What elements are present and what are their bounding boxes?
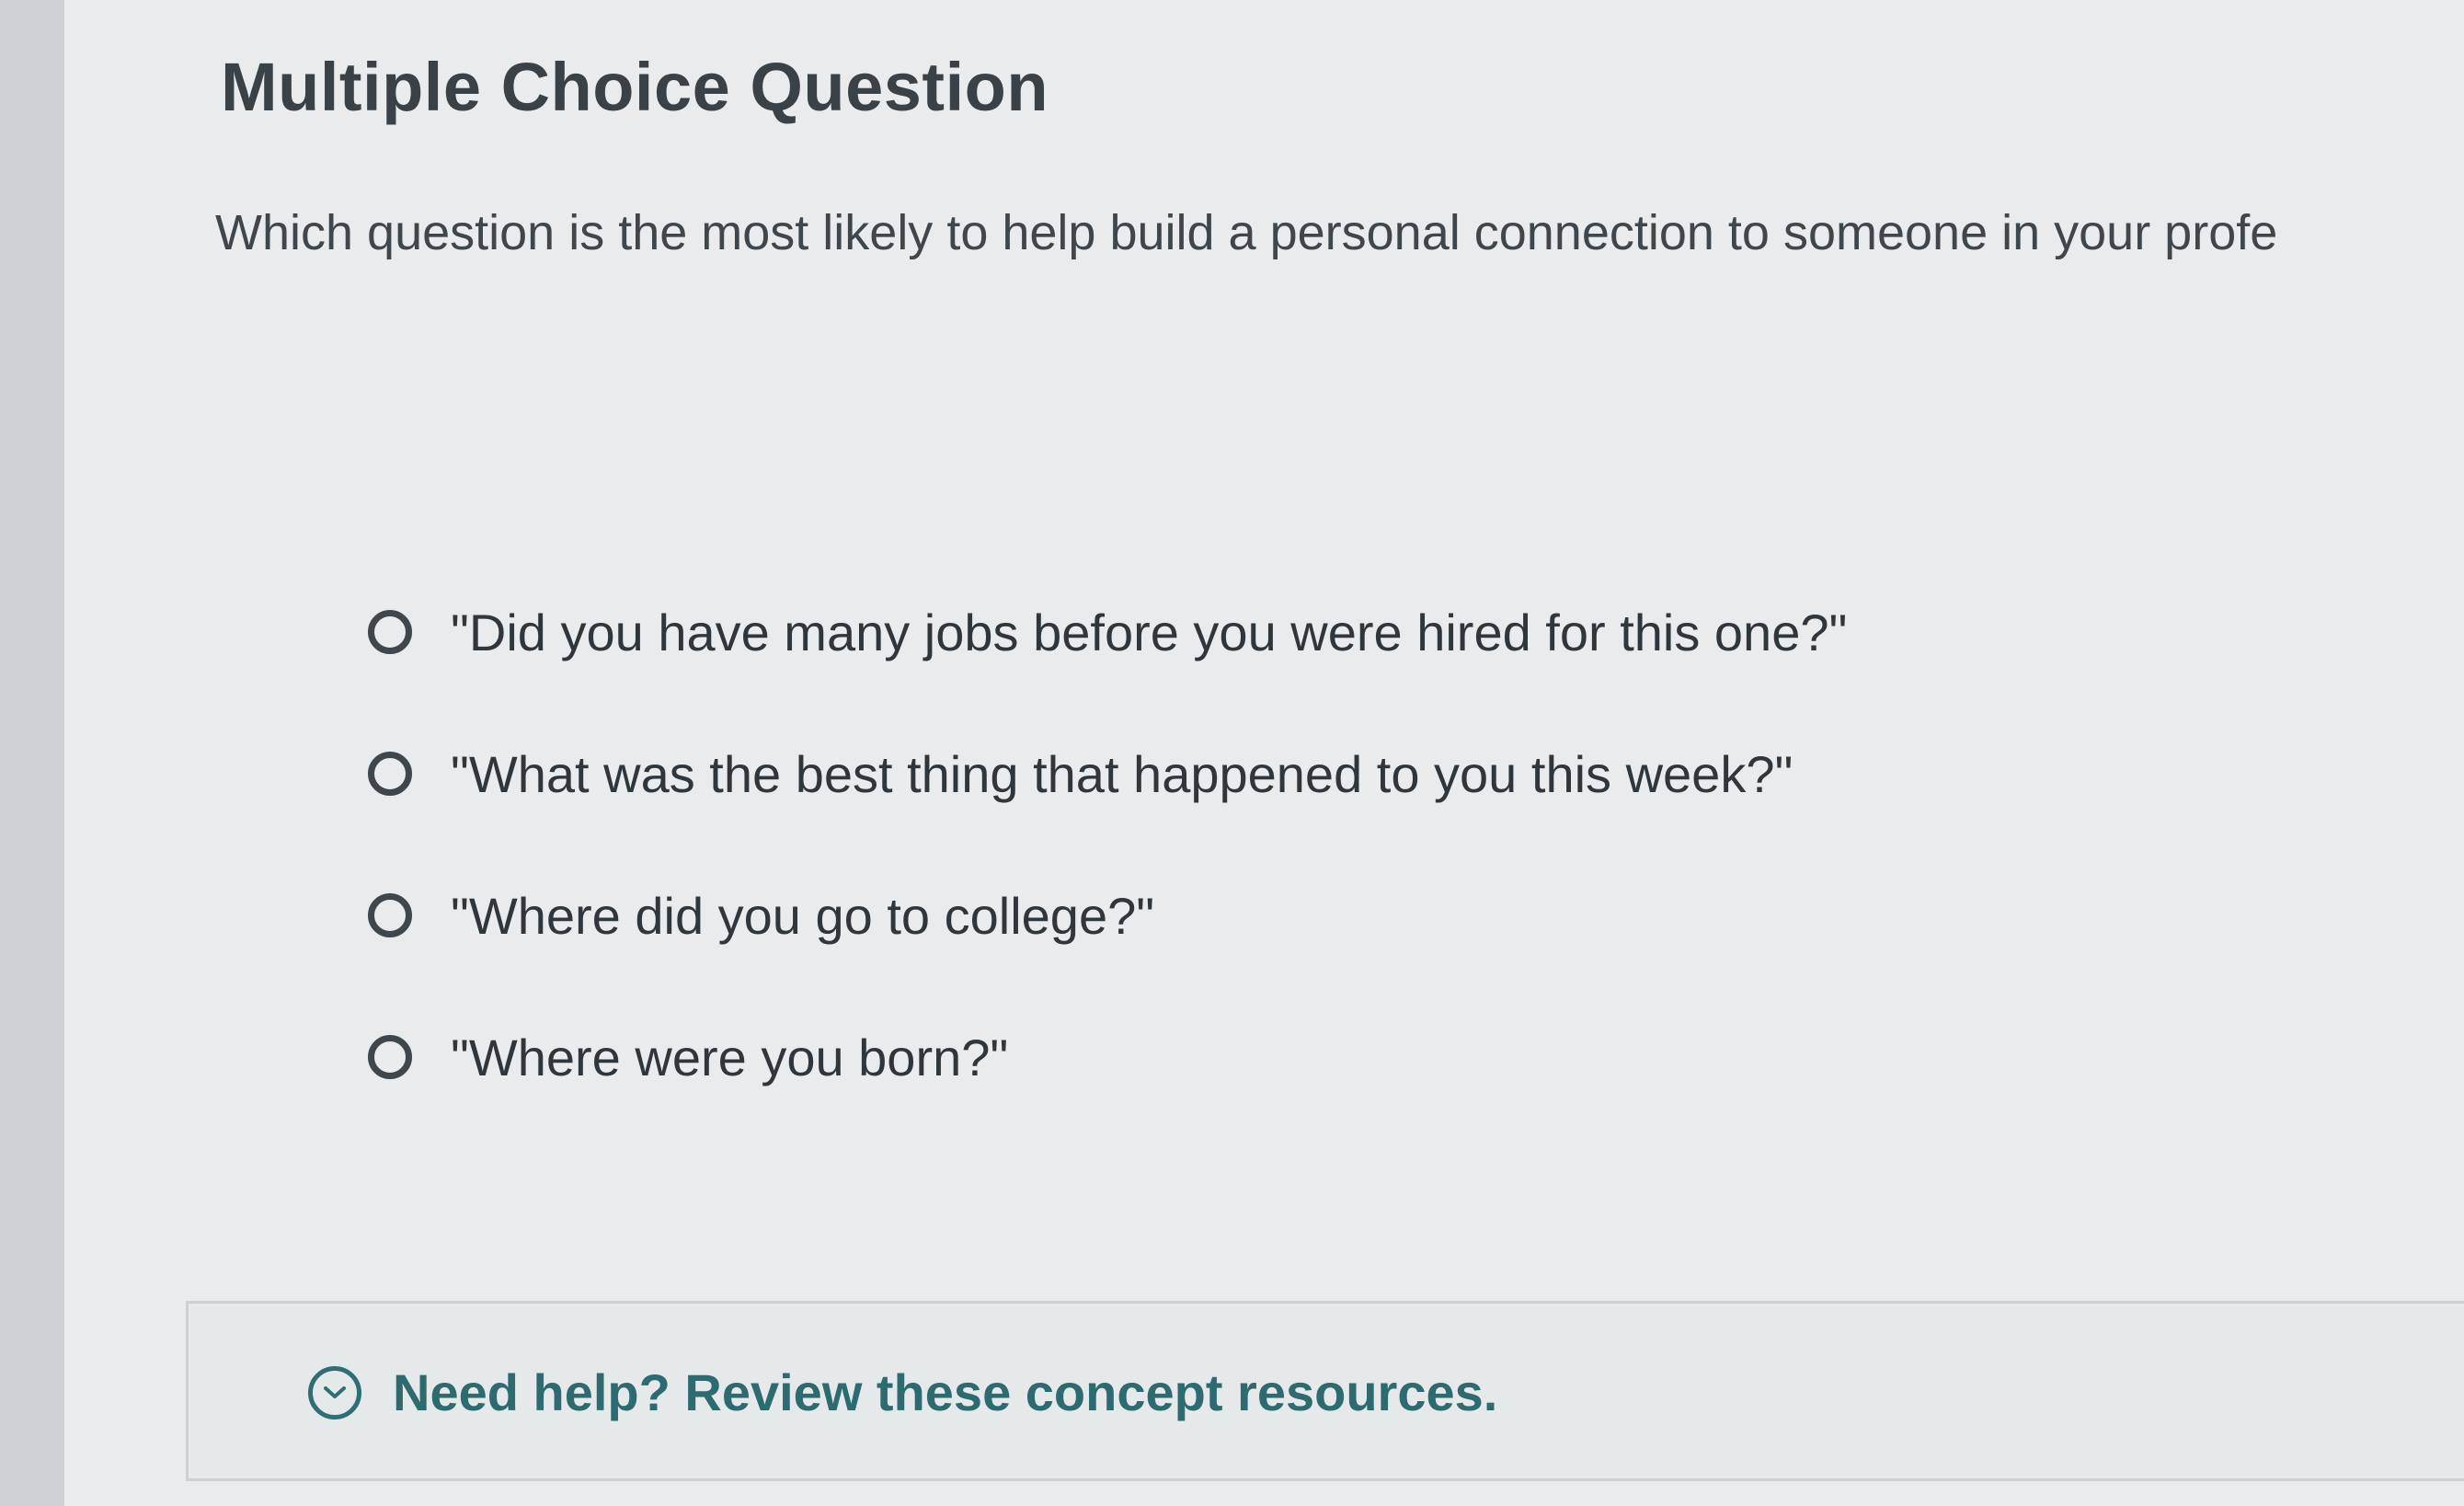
question-prompt: Which question is the most likely to hel… xyxy=(215,205,2278,260)
answer-choice-4[interactable]: "Where were you born?" xyxy=(368,986,2207,1128)
answer-choice-3[interactable]: "Where did you go to college?" xyxy=(368,845,2207,986)
answer-choice-2[interactable]: "What was the best thing that happened t… xyxy=(368,703,2207,845)
answer-choice-1[interactable]: "Did you have many jobs before you were … xyxy=(368,561,2207,703)
radio-button-4[interactable] xyxy=(368,1035,412,1079)
left-gutter xyxy=(0,0,64,1506)
concept-resources-link[interactable]: Need help? Review these concept resource… xyxy=(393,1362,1497,1422)
concept-resources-toggle[interactable]: Need help? Review these concept resource… xyxy=(308,1362,1497,1422)
choice-label: "What was the best thing that happened t… xyxy=(451,744,1794,803)
radio-button-1[interactable] xyxy=(368,610,412,654)
page-title: Multiple Choice Question xyxy=(221,49,1049,125)
choice-label: "Where did you go to college?" xyxy=(451,886,1155,945)
choice-label: "Where were you born?" xyxy=(451,1028,1009,1086)
concept-resources-panel: Need help? Review these concept resource… xyxy=(186,1301,2464,1481)
radio-button-3[interactable] xyxy=(368,893,412,937)
chevron-down-circle-icon[interactable] xyxy=(308,1365,361,1420)
radio-button-2[interactable] xyxy=(368,752,412,796)
question-page: Multiple Choice Question Which question … xyxy=(64,0,2464,1506)
answer-choices: "Did you have many jobs before you were … xyxy=(368,561,2207,1128)
choice-label: "Did you have many jobs before you were … xyxy=(451,603,1848,661)
